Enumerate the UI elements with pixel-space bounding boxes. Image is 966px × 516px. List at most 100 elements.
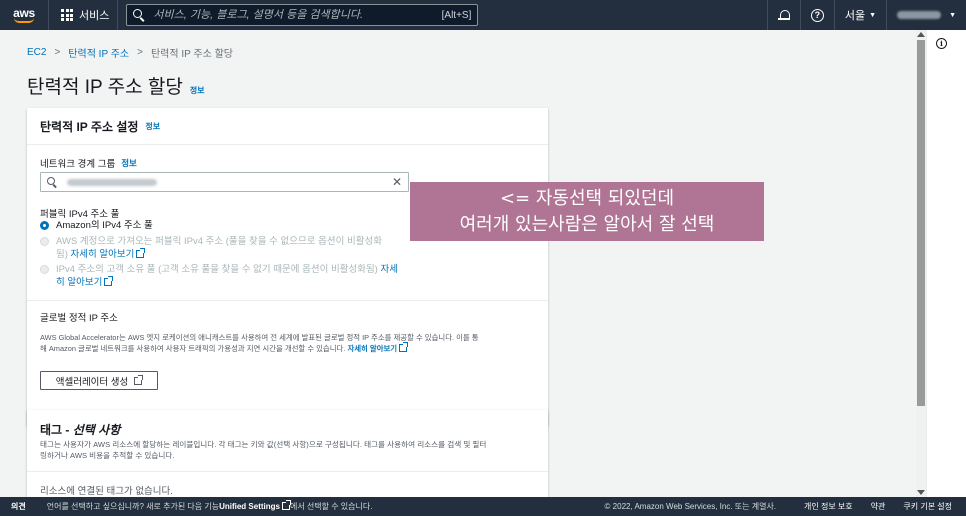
external-link-icon bbox=[399, 342, 409, 352]
tags-desc-line2: 링하거나 AWS 비용을 추적할 수 있습니다. bbox=[40, 451, 175, 460]
global-desc-line2: 해 Amazon 글로벌 네트워크를 사용하여 사용자 트래픽의 가용성과 지연… bbox=[40, 344, 346, 353]
tags-title-prefix: 태그 - bbox=[40, 423, 70, 437]
account-menu[interactable]: ▼ bbox=[886, 0, 966, 30]
help-button[interactable]: ? bbox=[799, 0, 834, 30]
page-info-link[interactable]: 정보 bbox=[190, 85, 205, 96]
grid-icon bbox=[61, 9, 73, 21]
account-name-redacted bbox=[897, 11, 942, 19]
create-accelerator-button[interactable]: 액셀러레이터 생성 bbox=[40, 371, 158, 390]
breadcrumb: EC2 > 탄력적 IP 주소 > 탄력적 IP 주소 할당 bbox=[27, 45, 233, 60]
unified-settings-link[interactable]: Unified Settings bbox=[219, 502, 280, 511]
radio-customer-owned-text: IPv4 주소의 고객 소유 풀 (고객 소유 풀을 찾을 수 없기 때문에 옵… bbox=[56, 263, 398, 289]
external-link-icon bbox=[136, 248, 146, 258]
footer-language-message: 언어를 선택하고 싶으십니까? 새로 추가된 다음 기능Unified Sett… bbox=[47, 500, 373, 512]
radio-byoip-pool: AWS 계정으로 가져오는 퍼블릭 IPv4 주소 (풀을 찾을 수 없으므로 … bbox=[40, 235, 382, 261]
global-search[interactable]: [Alt+S] bbox=[126, 4, 479, 26]
aws-logo[interactable]: aws bbox=[4, 0, 44, 30]
page-title-text: 탄력적 IP 주소 할당 bbox=[27, 77, 183, 98]
network-border-group-label: 네트워크 경계 그룹 정보 bbox=[40, 156, 137, 170]
page-title: 탄력적 IP 주소 할당 정보 bbox=[27, 72, 205, 99]
footer: 의견 언어를 선택하고 싶으십니까? 새로 추가된 다음 기능Unified S… bbox=[0, 497, 966, 516]
settings-panel-title: 탄력적 IP 주소 설정 bbox=[40, 119, 139, 134]
scrollbar-thumb[interactable] bbox=[917, 40, 925, 406]
global-accelerator-learn-more-link[interactable]: 자세히 알아보기 bbox=[347, 342, 409, 353]
radio-disabled-icon bbox=[40, 265, 49, 274]
breadcrumb-ec2[interactable]: EC2 bbox=[27, 47, 46, 58]
search-icon bbox=[47, 177, 57, 187]
help-panel-rail: i bbox=[926, 30, 966, 497]
breadcrumb-separator: > bbox=[54, 47, 61, 58]
customer-owned-learn-more-link[interactable]: 자세 bbox=[381, 264, 398, 275]
network-border-group-select[interactable]: ✕ bbox=[40, 172, 409, 192]
tags-desc-line1: 태그는 사용자가 AWS 리소스에 할당하는 레이블입니다. 각 태그는 키와 … bbox=[40, 440, 487, 449]
radio-disabled-icon bbox=[40, 237, 49, 246]
annotation-line1: <= 자동선택 되있던데 bbox=[499, 187, 675, 209]
global-static-ip-label: 글로벌 정적 IP 주소 bbox=[40, 310, 118, 324]
public-ipv4-pool-label: 퍼블릭 IPv4 주소 풀 bbox=[40, 206, 119, 220]
elastic-ip-settings-panel: 탄력적 IP 주소 설정 정보 네트워크 경계 그룹 정보 ✕ 퍼블릭 IPv4… bbox=[27, 108, 548, 426]
network-border-group-label-text: 네트워크 경계 그룹 bbox=[40, 159, 116, 170]
search-icon bbox=[133, 9, 145, 21]
breadcrumb-separator: > bbox=[137, 47, 143, 58]
public-ipv4-pool-label-text: 퍼블릭 IPv4 주소 풀 bbox=[40, 209, 120, 220]
customer-owned-learn-more-link-cont[interactable]: 히 알아보기 bbox=[56, 276, 114, 288]
settings-info-link[interactable]: 정보 bbox=[145, 121, 160, 132]
footer-link-privacy[interactable]: 개인 정보 보호 bbox=[804, 501, 853, 512]
network-border-group-value-redacted bbox=[67, 178, 157, 186]
radio-selected-icon[interactable] bbox=[40, 221, 49, 230]
notifications-button[interactable] bbox=[766, 0, 800, 30]
search-shortcut-hint: [Alt+S] bbox=[441, 9, 472, 21]
scroll-up-arrow-icon[interactable] bbox=[917, 32, 925, 37]
aws-smile-icon bbox=[14, 18, 34, 23]
region-label: 서울 bbox=[844, 10, 866, 22]
tags-panel-title: 태그 - 선택 사항 bbox=[40, 421, 120, 438]
info-icon[interactable]: i bbox=[936, 38, 947, 49]
scroll-down-arrow-icon[interactable] bbox=[917, 490, 925, 495]
byoip-learn-more-link[interactable]: 자세히 알아보기 bbox=[70, 248, 146, 260]
annotation-line2: 여러개 있는사람은 알아서 잘 선택 bbox=[459, 213, 715, 235]
caret-down-icon: ▼ bbox=[949, 11, 956, 19]
help-icon: ? bbox=[810, 8, 824, 22]
copyright-text: © 2022, Amazon Web Services, Inc. 또는 계열사… bbox=[604, 502, 777, 511]
radio-customer-owned-label: IPv4 주소의 고객 소유 풀 (고객 소유 풀을 찾을 수 없기 때문에 옵… bbox=[56, 264, 378, 275]
external-link-icon bbox=[281, 500, 291, 510]
nav-right-group: ? 서울 ▼ ▼ bbox=[766, 0, 966, 30]
footer-right-group: © 2022, Amazon Web Services, Inc. 또는 계열사… bbox=[605, 501, 966, 512]
breadcrumb-elastic-ip[interactable]: 탄력적 IP 주소 bbox=[68, 45, 129, 60]
services-label: 서비스 bbox=[79, 10, 110, 22]
main-content: EC2 > 탄력적 IP 주소 > 탄력적 IP 주소 할당 탄력적 IP 주소… bbox=[0, 30, 916, 497]
tags-panel: 태그 - 선택 사항 태그는 사용자가 AWS 리소스에 할당하는 레이블입니다… bbox=[27, 410, 548, 497]
caret-down-icon: ▼ bbox=[869, 11, 877, 19]
radio-byoip-label: AWS 계정으로 가져오는 퍼블릭 IPv4 주소 (풀을 찾을 수 없으므로 … bbox=[56, 236, 382, 247]
vertical-scrollbar[interactable] bbox=[916, 30, 926, 497]
services-menu-button[interactable]: 서비스 bbox=[48, 0, 119, 30]
bell-icon bbox=[777, 9, 790, 21]
no-tags-message: 리소스에 연결된 태그가 없습니다. bbox=[40, 486, 173, 497]
customer-owned-learn-more-text: 히 알아보기 bbox=[56, 277, 103, 288]
global-search-input[interactable] bbox=[153, 9, 438, 21]
footer-msg-suffix: 에서 선택할 수 있습니다. bbox=[289, 502, 373, 511]
aws-logo-text: aws bbox=[13, 5, 35, 20]
network-border-group-info-link[interactable]: 정보 bbox=[121, 157, 137, 169]
global-learn-more-text: 자세히 알아보기 bbox=[347, 344, 398, 353]
external-link-icon bbox=[134, 374, 144, 385]
section-divider bbox=[27, 300, 548, 301]
clear-icon[interactable]: ✕ bbox=[392, 176, 402, 188]
settings-panel-header: 탄력적 IP 주소 설정 정보 bbox=[27, 108, 548, 145]
section-divider bbox=[27, 471, 548, 472]
top-navigation: aws 서비스 [Alt+S] ? 서울 ▼ ▼ bbox=[0, 0, 966, 30]
global-accelerator-description: AWS Global Accelerator는 AWS 엣지 로케이션의 애니캐… bbox=[40, 332, 540, 354]
byoip-learn-more-text: 자세히 알아보기 bbox=[70, 249, 135, 260]
region-selector[interactable]: 서울 ▼ bbox=[833, 0, 886, 30]
radio-byoip-pool-text: AWS 계정으로 가져오는 퍼블릭 IPv4 주소 (풀을 찾을 수 없으므로 … bbox=[56, 235, 382, 261]
footer-link-cookies[interactable]: 쿠키 기본 설정 bbox=[903, 501, 952, 512]
tags-title-optional: 선택 사항 bbox=[72, 423, 121, 437]
radio-amazon-pool[interactable]: Amazon의 IPv4 주소 풀 bbox=[40, 219, 153, 232]
global-static-ip-label-text: 글로벌 정적 IP 주소 bbox=[40, 313, 118, 324]
radio-customer-owned-pool: IPv4 주소의 고객 소유 풀 (고객 소유 풀을 찾을 수 없기 때문에 옵… bbox=[40, 263, 398, 289]
breadcrumb-current: 탄력적 IP 주소 할당 bbox=[150, 49, 233, 60]
radio-byoip-label-cont: 됨) bbox=[56, 249, 68, 260]
tags-description: 태그는 사용자가 AWS 리소스에 할당하는 레이블입니다. 각 태그는 키와 … bbox=[40, 439, 540, 461]
footer-link-terms[interactable]: 약관 bbox=[871, 501, 886, 512]
feedback-button[interactable]: 의견 bbox=[0, 501, 37, 512]
